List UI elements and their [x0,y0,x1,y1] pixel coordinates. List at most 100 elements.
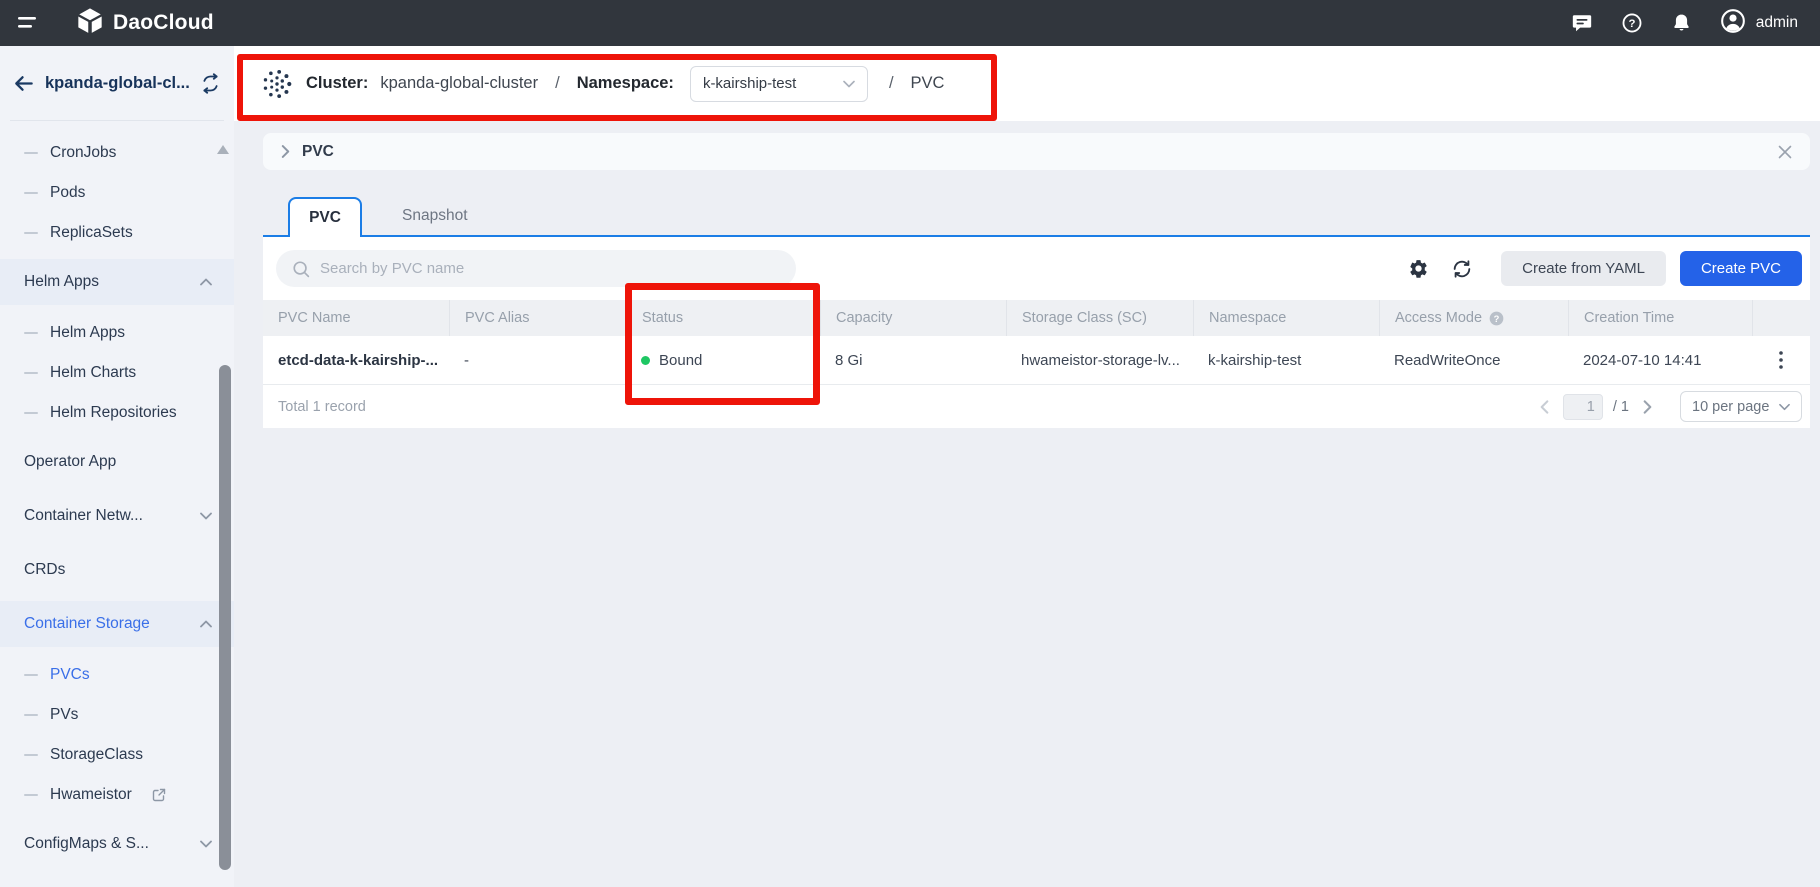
external-link-icon [152,788,166,802]
sidebar-section-configmaps-secrets[interactable]: ConfigMaps & S... [0,821,234,867]
dash-icon [24,794,38,796]
sidebar-item-replicasets[interactable]: ReplicaSets [0,213,234,253]
sidebar: kpanda-global-cl... CronJobs Pods Replic… [0,46,234,887]
pvc-panel-header[interactable]: PVC [263,133,1810,170]
col-storage-class: Storage Class (SC) [1006,300,1193,336]
hamburger-menu-icon[interactable] [0,15,38,31]
cell-capacity: 8 Gi [820,352,1006,369]
panel-title: PVC [302,143,334,161]
gear-icon[interactable] [1408,258,1429,279]
help-badge-icon[interactable]: ? [1489,311,1504,326]
col-pvc-alias: PVC Alias [449,300,626,336]
breadcrumb: Cluster: kpanda-global-cluster / Namespa… [234,46,1820,121]
main-area: Cluster: kpanda-global-cluster / Namespa… [234,46,1820,887]
namespace-value: k-kairship-test [703,75,796,92]
sidebar-scrollbar[interactable] [219,365,231,870]
prev-page-icon[interactable] [1536,400,1553,414]
table-header: PVC Name PVC Alias Status Capacity Stora… [263,300,1810,336]
daocloud-logo-icon [76,7,104,40]
pagination: / 1 10 per page [1536,391,1802,422]
svg-text:?: ? [1494,313,1500,323]
dash-icon [24,754,38,756]
dash-icon [24,152,38,154]
table-row[interactable]: etcd-data-k-kairship-... - Bound 8 Gi hw… [263,336,1810,385]
tab-pvc[interactable]: PVC [288,197,362,237]
search-input[interactable] [320,260,780,277]
topbar: DaoCloud ? admin [0,0,1820,46]
sidebar-section-helm-apps[interactable]: Helm Apps [0,259,234,305]
chevron-down-icon [200,507,212,525]
refresh-icon[interactable] [1451,258,1473,280]
tab-snapshot[interactable]: Snapshot [362,197,508,235]
back-arrow-icon[interactable] [12,72,35,95]
row-actions-menu-icon[interactable] [1769,345,1793,375]
dash-icon [24,332,38,334]
sidebar-item-crds[interactable]: CRDs [0,547,234,593]
col-actions [1752,300,1810,336]
sidebar-item-operator-app[interactable]: Operator App [0,439,234,485]
dash-icon [24,192,38,194]
sidebar-item-pvs[interactable]: PVs [0,695,234,735]
sidebar-item-storageclass[interactable]: StorageClass [0,735,234,775]
scroll-up-icon[interactable] [217,145,229,154]
bell-icon[interactable] [1671,12,1692,34]
col-capacity: Capacity [820,300,1006,336]
sidebar-nav: CronJobs Pods ReplicaSets Helm Apps Helm… [0,121,234,867]
breadcrumb-page: PVC [911,74,945,93]
username: admin [1756,14,1798,32]
cell-pvc-name[interactable]: etcd-data-k-kairship-... [263,352,449,369]
col-creation-time: Creation Time [1568,300,1752,336]
chat-icon[interactable] [1571,12,1593,34]
search-icon [292,260,310,278]
cluster-value: kpanda-global-cluster [380,74,538,93]
namespace-label: Namespace: [577,74,674,93]
cell-namespace: k-kairship-test [1193,352,1379,369]
sidebar-item-hwameistor[interactable]: Hwameistor [0,775,234,815]
page-total: / 1 [1613,399,1629,415]
brand-name: DaoCloud [113,11,214,35]
cell-storage-class: hwameistor-storage-lv... [1006,352,1193,369]
dash-icon [24,372,38,374]
sidebar-item-cronjobs[interactable]: CronJobs [0,133,234,173]
sidebar-item-pvcs[interactable]: PVCs [0,655,234,695]
sidebar-item-helm-repositories[interactable]: Helm Repositories [0,393,234,433]
close-icon[interactable] [1778,145,1792,159]
sidebar-item-pods[interactable]: Pods [0,173,234,213]
next-page-icon[interactable] [1639,400,1656,414]
create-pvc-button[interactable]: Create PVC [1680,251,1802,286]
cell-status: Bound [626,352,820,369]
cluster-label: Cluster: [306,74,368,93]
chevron-down-icon [200,835,212,853]
namespace-select[interactable]: k-kairship-test [690,66,868,102]
sidebar-item-helm-apps[interactable]: Helm Apps [0,313,234,353]
total-records: Total 1 record [278,399,366,415]
status-dot-icon [641,356,650,365]
cell-access-mode: ReadWriteOnce [1379,352,1568,369]
search-box [276,250,796,287]
switch-cluster-icon[interactable] [200,73,221,94]
page-number-input[interactable] [1563,394,1603,420]
avatar-icon [1720,8,1746,39]
create-from-yaml-button[interactable]: Create from YAML [1501,251,1666,286]
chevron-right-icon [281,145,290,158]
sidebar-item-helm-charts[interactable]: Helm Charts [0,353,234,393]
help-icon[interactable]: ? [1621,12,1643,34]
chevron-down-icon [843,75,855,92]
col-status: Status [626,300,820,336]
cell-creation-time: 2024-07-10 14:41 [1568,352,1752,369]
dash-icon [24,714,38,716]
tab-bar: PVC Snapshot [263,197,1810,237]
chevron-up-icon [200,273,212,291]
chevron-up-icon [200,615,212,633]
svg-text:?: ? [1628,18,1635,30]
cluster-title: kpanda-global-cl... [45,74,190,93]
page-size-select[interactable]: 10 per page [1680,391,1802,422]
user-menu[interactable]: admin [1720,8,1798,39]
sidebar-section-container-storage[interactable]: Container Storage [0,601,234,647]
col-pvc-name: PVC Name [263,300,449,336]
sidebar-section-container-network[interactable]: Container Netw... [0,493,234,539]
chevron-down-icon [1779,399,1790,415]
brand-logo[interactable]: DaoCloud [76,7,214,40]
pvc-table: PVC Name PVC Alias Status Capacity Stora… [263,300,1810,428]
cell-pvc-alias: - [449,352,626,369]
